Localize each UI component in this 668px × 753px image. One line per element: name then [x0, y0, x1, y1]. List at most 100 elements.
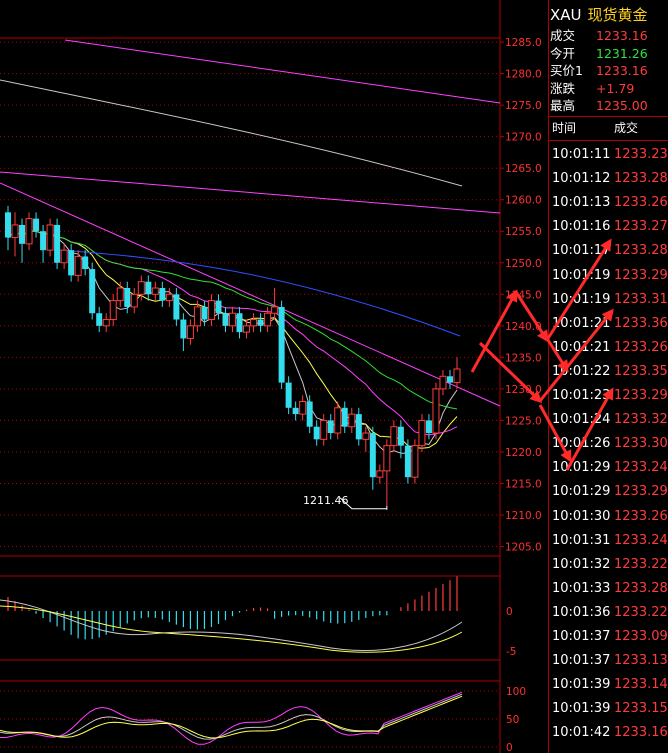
tick-row: 10:01:21 1233.26	[552, 336, 668, 359]
candle-body	[397, 426, 404, 446]
candle-body	[207, 300, 215, 321]
ticks-header: 时间 成交	[552, 119, 668, 136]
candle-body	[299, 401, 307, 415]
candle-body	[425, 420, 432, 434]
low-price-label: 1211.46	[303, 494, 349, 507]
macd-dea-line	[0, 605, 463, 653]
tick-row: 10:01:19 1233.31	[552, 288, 668, 311]
candle-body	[222, 313, 229, 326]
tick-price: 1233.13	[614, 653, 668, 669]
tick-price: 1233.36	[614, 315, 668, 331]
candle-body	[109, 300, 117, 321]
tick-time: 10:01:29	[552, 484, 611, 500]
tick-row: 10:01:33 1233.28	[552, 577, 668, 600]
quote-row: 今开 1231.26	[550, 45, 648, 62]
quote-value: +1.79	[596, 80, 635, 96]
candle-body	[215, 300, 222, 314]
price-axis-label: 1235.0	[505, 352, 542, 364]
candle-body	[411, 445, 419, 478]
tick-row: 10:01:12 1233.28	[552, 167, 668, 190]
quote-value: 1233.16	[596, 63, 648, 78]
tick-row: 10:01:17 1233.28	[552, 239, 668, 262]
candle-body	[60, 249, 68, 264]
tick-price: 1233.22	[614, 604, 668, 620]
ticks-header-time: 时间	[552, 121, 577, 135]
candle-body	[54, 224, 61, 263]
price-axis-label: 1255.0	[505, 226, 542, 238]
tick-time: 10:01:11	[552, 147, 611, 162]
candle-body	[257, 319, 264, 326]
tick-row: 10:01:37 1233.13	[552, 649, 668, 672]
tick-row: 10:01:29 1233.29	[552, 480, 668, 503]
tick-price: 1233.26	[614, 339, 668, 355]
quote-label: 今开	[550, 45, 576, 61]
quote-row: 买价1 1233.16	[550, 62, 648, 79]
tick-row: 10:01:39 1233.15	[552, 697, 668, 720]
candle-body	[180, 319, 187, 339]
tick-price: 1233.29	[614, 388, 668, 403]
kdj-axis-label: 50	[506, 714, 519, 726]
quote-row: 成交 1233.16	[550, 27, 648, 44]
trendlines	[0, 39, 501, 407]
candle-body	[130, 293, 138, 308]
candle-body	[82, 256, 89, 270]
macd-axis-label: 0	[506, 606, 513, 618]
candle-body	[306, 401, 313, 427]
tick-price: 1233.24	[614, 532, 668, 548]
symbol-code: XAU	[550, 6, 582, 24]
candle-body	[453, 368, 461, 384]
tick-price: 1233.26	[614, 508, 668, 524]
tick-time: 10:01:37	[552, 629, 611, 644]
tick-row: 10:01:26 1233.30	[552, 432, 668, 455]
ticks-header-price: 成交	[614, 121, 639, 135]
candle-body	[96, 313, 103, 326]
price-axis-label: 1250.0	[505, 258, 542, 270]
candle-body	[362, 432, 370, 440]
candle-body	[186, 325, 194, 339]
candle-body	[292, 407, 299, 415]
price-axis-label: 1275.0	[505, 100, 542, 112]
price-axis-label: 1280.0	[505, 69, 542, 81]
tick-time: 10:01:21	[552, 339, 611, 355]
trendline	[0, 171, 501, 214]
macd-panel: 0 -5	[0, 575, 516, 661]
candle-body	[355, 414, 362, 440]
candle-body	[159, 288, 166, 301]
tick-price: 1233.32	[614, 412, 668, 428]
quote-row: 最高 1235.00	[550, 97, 648, 114]
tick-price: 1233.31	[614, 291, 668, 307]
tick-time: 10:01:30	[552, 508, 611, 524]
quote-value: 1235.00	[596, 98, 648, 113]
chart-area[interactable]: 1285.0 1280.0 1275.0 1270.0 1265.0 1260.0 1255…	[0, 0, 548, 753]
tick-row: 10:01:16 1233.27	[552, 215, 668, 238]
candle-body	[201, 306, 208, 320]
price-axis-label: 1285.0	[505, 37, 542, 49]
tick-time: 10:01:37	[552, 653, 611, 669]
candle-body	[278, 306, 285, 383]
low-annotation: 1211.46	[303, 494, 349, 507]
price-axis-label: 1245.0	[505, 289, 542, 301]
quote-label: 买价1	[550, 63, 583, 78]
price-axis-label: 1260.0	[505, 195, 542, 207]
quote-label: 最高	[550, 98, 576, 113]
tick-price: 1233.28	[614, 580, 668, 596]
price-axis-label: 1230.0	[505, 384, 542, 396]
candle-body	[313, 426, 320, 440]
tick-time: 10:01:31	[552, 532, 611, 548]
candle-body	[432, 388, 440, 434]
candle-body	[250, 319, 258, 327]
quote-separator	[548, 116, 668, 117]
tick-time: 10:01:16	[552, 219, 611, 235]
tick-row: 10:01:19 1233.29	[552, 264, 668, 287]
long-ma-line	[0, 79, 463, 187]
candle-body	[264, 312, 272, 327]
candle-body	[68, 250, 75, 276]
candle-body	[89, 269, 96, 314]
kdj-axis-label: 0	[506, 742, 513, 753]
candle-body	[46, 224, 54, 251]
tick-price: 1233.24	[614, 460, 668, 476]
price-axis-label: 1265.0	[505, 163, 542, 175]
trendline	[64, 39, 501, 104]
tick-row: 10:01:36 1233.22	[552, 601, 668, 624]
price-axis-label: 1240.0	[505, 321, 542, 333]
